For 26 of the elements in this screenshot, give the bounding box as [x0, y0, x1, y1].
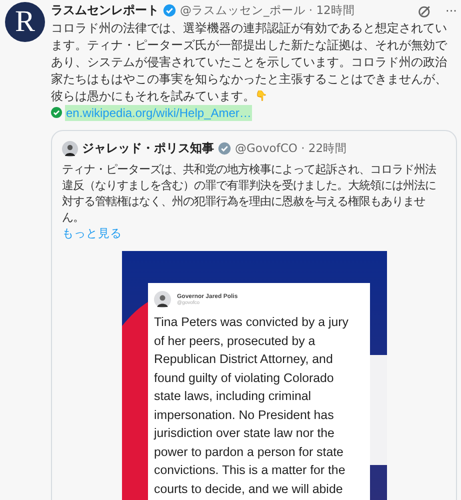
statement-line: jurisdiction over state law nor the	[154, 425, 336, 442]
avatar	[62, 140, 78, 156]
statement-line: impersonation. No President has	[154, 406, 335, 424]
statement-line: state laws, including criminal	[154, 388, 312, 405]
statement-line: of her peers, prosecuted by a	[154, 332, 316, 350]
check-icon	[51, 107, 62, 118]
pointing-down-emoji: 👇	[255, 92, 267, 102]
handle-time: @ラスムッセン_ポール · 12時間	[180, 3, 355, 18]
statement-line: Republican District Attorney, and	[154, 351, 334, 368]
more-button[interactable]: ···	[446, 4, 457, 18]
quoted-post[interactable]	[51, 130, 457, 500]
author-name[interactable]: ジャレッド・ポリス知事	[82, 140, 214, 157]
statement-line: courts to decide, and we will abide	[154, 480, 344, 498]
statement-line: power to pardon a person for state	[154, 444, 344, 461]
handle-time: @GovofCO · 22時間	[235, 141, 348, 156]
statement-image[interactable]	[122, 251, 387, 500]
slash-circle-icon[interactable]	[418, 4, 432, 18]
statement-line: found guilty of violating Colorado	[154, 370, 335, 387]
avatar[interactable]: R	[5, 2, 45, 42]
statement-line: convictions. This is a matter for the	[154, 462, 346, 479]
logo-letter: R	[14, 5, 35, 39]
quote-text: ティナ・ピーターズは、共和党の地方検事によって起訴され、コロラド州法違反（なりすましを含む）の罪で有罪判決を受けました。大統領には州法に対する管轄権はなく、州の犯罪行為を理由に恩赦を与える権限もありません。	[62, 161, 438, 225]
post-text: コロラド州の法律では、選挙機器の連邦認証が有効であると想定されています。ティナ・ピーターズ氏が一部提出した新たな証拠は、それが無効であり、システムが侵害されていたことを示しています。コロラド州の政治家たちはもはやこの事実を知らなかったと主張することはできませんが、彼らは愚かにもそれを試みています。👇	[51, 20, 448, 105]
author-name[interactable]: ラスムセンレポート	[51, 2, 159, 19]
statement-line: Tina Peters was convicted by a jury	[154, 314, 350, 331]
avatar	[154, 291, 171, 308]
